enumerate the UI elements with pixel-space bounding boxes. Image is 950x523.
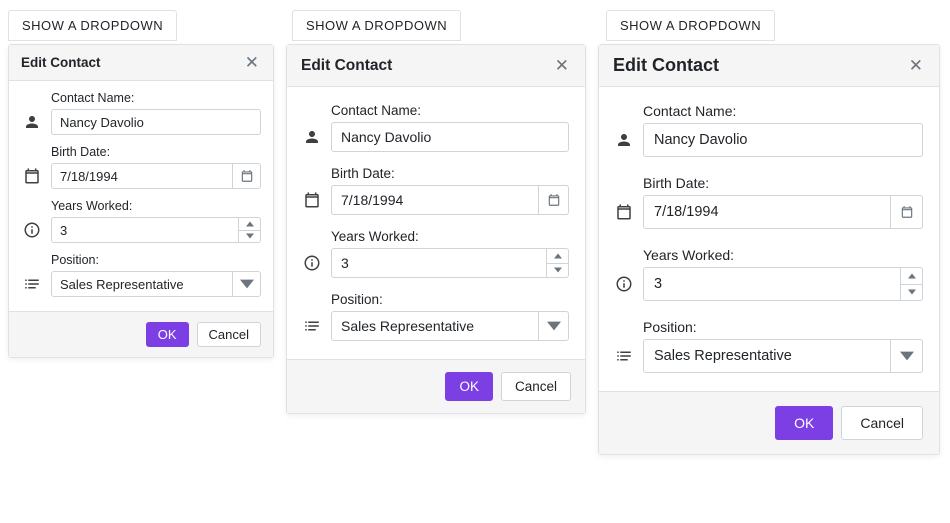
list-icon (613, 347, 635, 365)
popup-title: Edit Contact (301, 57, 392, 75)
ok-button[interactable]: OK (146, 322, 189, 347)
popup-header: Edit Contact ✕ (599, 45, 939, 87)
birth-date-label: Birth Date: (331, 166, 569, 181)
calendar-picker-icon[interactable] (232, 164, 260, 188)
birth-date-label: Birth Date: (51, 145, 261, 159)
list-icon (301, 317, 323, 335)
years-worked-input[interactable] (52, 218, 238, 242)
popup-footer: OK Cancel (9, 311, 273, 357)
spin-up-icon[interactable] (239, 218, 260, 231)
popup-header: Edit Contact ✕ (287, 45, 585, 87)
spin-down-icon[interactable] (901, 285, 922, 301)
position-label: Position: (51, 253, 261, 267)
cancel-button[interactable]: Cancel (841, 406, 923, 440)
spin-down-icon[interactable] (547, 264, 568, 278)
person-icon (613, 131, 635, 149)
cancel-button[interactable]: Cancel (197, 322, 261, 347)
contact-name-label: Contact Name: (51, 91, 261, 105)
info-icon (21, 221, 43, 239)
show-dropdown-button[interactable]: SHOW A DROPDOWN (8, 10, 177, 41)
birth-date-input[interactable] (644, 196, 890, 228)
contact-name-label: Contact Name: (643, 103, 923, 119)
contact-name-input[interactable] (644, 124, 922, 156)
chevron-down-icon[interactable] (232, 272, 260, 296)
contact-name-label: Contact Name: (331, 103, 569, 118)
position-label: Position: (643, 319, 923, 335)
position-label: Position: (331, 292, 569, 307)
cancel-button[interactable]: Cancel (501, 372, 571, 401)
show-dropdown-button[interactable]: SHOW A DROPDOWN (606, 10, 775, 41)
spin-up-icon[interactable] (547, 249, 568, 264)
calendar-picker-icon[interactable] (538, 186, 568, 214)
person-icon (301, 128, 323, 146)
birth-date-label: Birth Date: (643, 175, 923, 191)
contact-name-input[interactable] (332, 123, 568, 151)
person-icon (21, 113, 43, 131)
years-worked-label: Years Worked: (643, 247, 923, 263)
close-icon[interactable]: ✕ (551, 55, 573, 76)
position-select[interactable] (52, 272, 232, 296)
calendar-icon (301, 191, 323, 209)
info-icon (301, 254, 323, 272)
contact-name-input[interactable] (52, 110, 260, 134)
close-icon[interactable]: ✕ (905, 55, 927, 76)
close-icon[interactable]: ✕ (241, 52, 263, 73)
birth-date-input[interactable] (52, 164, 232, 188)
ok-button[interactable]: OK (445, 372, 493, 401)
edit-contact-popup: Edit Contact ✕ Contact Name: Birth Date: (286, 44, 586, 414)
years-worked-label: Years Worked: (51, 199, 261, 213)
position-select[interactable] (332, 312, 538, 340)
popup-header: Edit Contact ✕ (9, 45, 273, 81)
years-worked-input[interactable] (332, 249, 546, 277)
years-worked-input[interactable] (644, 268, 900, 300)
chevron-down-icon[interactable] (890, 340, 922, 372)
info-icon (613, 275, 635, 293)
show-dropdown-button[interactable]: SHOW A DROPDOWN (292, 10, 461, 41)
popup-footer: OK Cancel (599, 391, 939, 454)
popup-body: Contact Name: Birth Date: Years Worked: (9, 81, 273, 311)
popup-footer: OK Cancel (287, 359, 585, 413)
popup-body: Contact Name: Birth Date: Years Worked: (599, 87, 939, 391)
edit-contact-popup: Edit Contact ✕ Contact Name: Birth Date: (8, 44, 274, 358)
calendar-picker-icon[interactable] (890, 196, 922, 228)
calendar-icon (613, 203, 635, 221)
spin-down-icon[interactable] (239, 231, 260, 243)
birth-date-input[interactable] (332, 186, 538, 214)
years-worked-label: Years Worked: (331, 229, 569, 244)
chevron-down-icon[interactable] (538, 312, 568, 340)
spin-up-icon[interactable] (901, 268, 922, 285)
position-select[interactable] (644, 340, 890, 372)
popup-body: Contact Name: Birth Date: Years Worked: (287, 87, 585, 359)
popup-title: Edit Contact (21, 55, 101, 70)
ok-button[interactable]: OK (775, 406, 833, 440)
calendar-icon (21, 167, 43, 185)
edit-contact-popup: Edit Contact ✕ Contact Name: Birth Date: (598, 44, 940, 455)
popup-title: Edit Contact (613, 55, 719, 76)
list-icon (21, 275, 43, 293)
